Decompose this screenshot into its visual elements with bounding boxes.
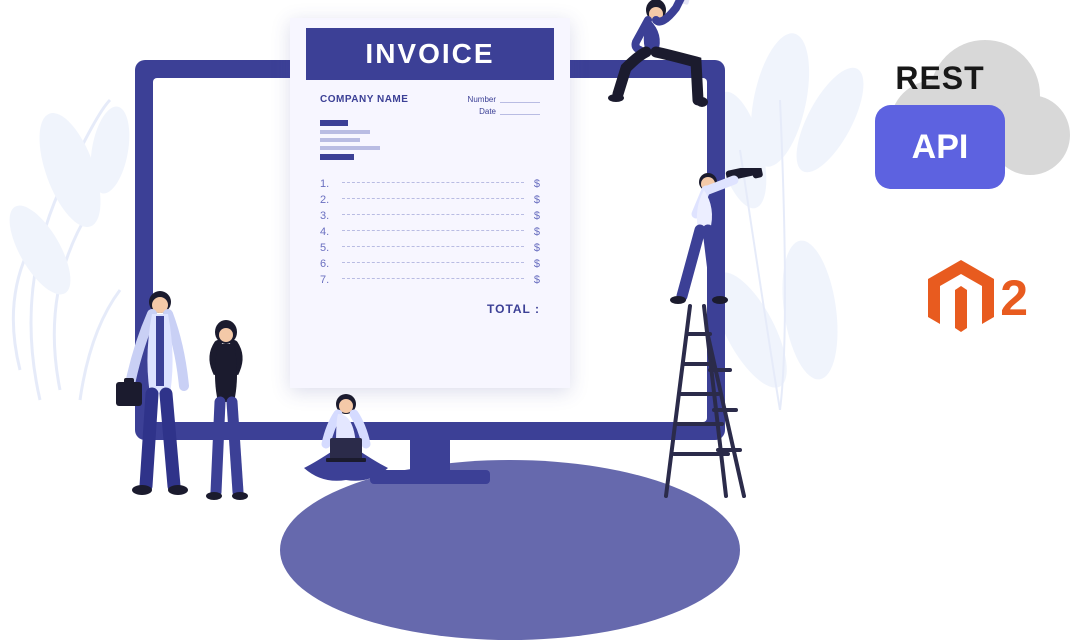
- magento-version: 2: [1000, 269, 1028, 327]
- person-sitting-monitor: [590, 0, 720, 120]
- invoice-line-items: 1.$ 2.$ 3.$ 4.$ 5.$ 6.$ 7.$: [320, 178, 540, 286]
- invoice-title: INVOICE: [306, 28, 554, 80]
- invoice-total-label: TOTAL :: [320, 302, 540, 316]
- company-name-label: COMPANY NAME: [320, 94, 408, 105]
- company-address-placeholder: [320, 120, 540, 160]
- person-standing-woman: [186, 316, 266, 506]
- invoice-date-label: Date: [479, 107, 496, 116]
- person-telescope: [656, 168, 776, 358]
- screen-corner-label: INVOICE: [167, 86, 235, 102]
- magento-logo: 2: [928, 260, 1028, 336]
- invoice-number-label: Number: [468, 95, 496, 104]
- person-laptop: [286, 388, 406, 508]
- rest-label: REST: [830, 60, 1050, 97]
- invoice-document: INVOICE COMPANY NAME Number Date 1.$ 2.$…: [290, 18, 570, 388]
- magento-icon: [928, 260, 994, 336]
- api-badge: API: [875, 105, 1005, 189]
